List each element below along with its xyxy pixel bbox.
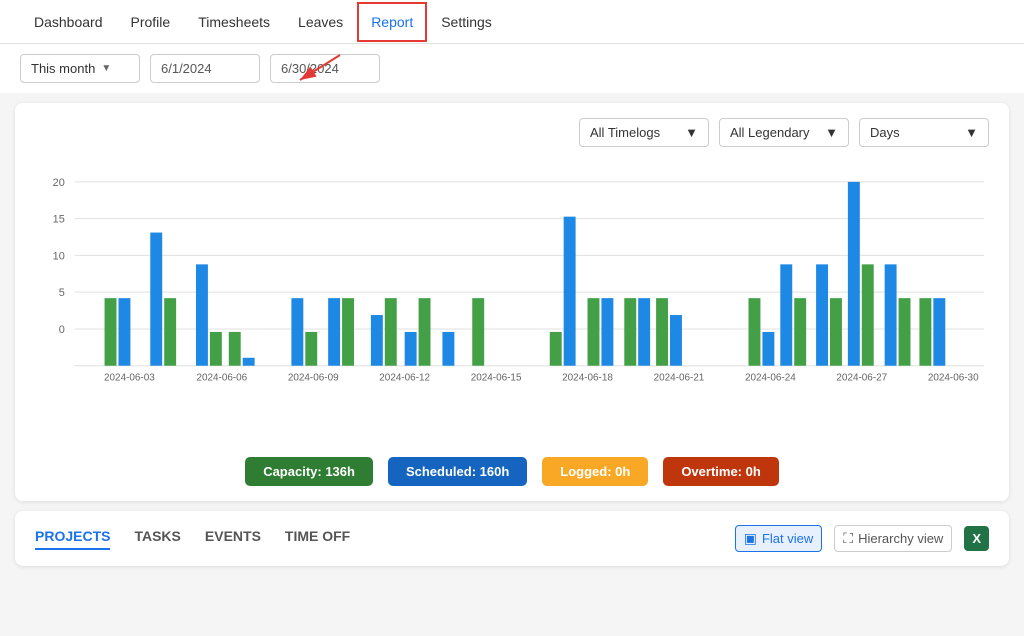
svg-text:2024-06-09: 2024-06-09 xyxy=(288,373,339,384)
chart-filters: All Timelogs ▼ All Legendary ▼ Days ▼ xyxy=(35,118,989,147)
svg-text:2024-06-06: 2024-06-06 xyxy=(196,373,247,384)
start-date-input[interactable] xyxy=(150,54,260,83)
period-filter[interactable]: Days ▼ xyxy=(859,118,989,147)
hierarchy-view-label: Hierarchy view xyxy=(858,531,943,546)
svg-text:2024-06-30: 2024-06-30 xyxy=(928,373,979,384)
capacity-badge: Capacity: 136h xyxy=(245,457,373,486)
svg-text:5: 5 xyxy=(59,287,65,299)
svg-text:2024-06-24: 2024-06-24 xyxy=(745,373,796,384)
chevron-down-icon: ▼ xyxy=(685,125,698,140)
timelogs-filter[interactable]: All Timelogs ▼ xyxy=(579,118,709,147)
scheduled-badge: Scheduled: 160h xyxy=(388,457,527,486)
flat-view-label: Flat view xyxy=(762,531,813,546)
flat-view-icon: ▣ xyxy=(744,530,757,547)
nav-profile[interactable]: Profile xyxy=(117,2,185,42)
nav-settings[interactable]: Settings xyxy=(427,2,506,42)
nav-report[interactable]: Report xyxy=(357,2,427,42)
svg-text:2024-06-15: 2024-06-15 xyxy=(471,373,522,384)
tab-time-off[interactable]: TIME OFF xyxy=(285,528,350,550)
chevron-down-icon: ▼ xyxy=(101,63,111,74)
nav-timesheets[interactable]: Timesheets xyxy=(184,2,284,42)
chevron-down-icon: ▼ xyxy=(965,125,978,140)
svg-text:2024-06-03: 2024-06-03 xyxy=(104,373,155,384)
overtime-badge: Overtime: 0h xyxy=(663,457,778,486)
bottom-section: PROJECTS TASKS EVENTS TIME OFF ▣ Flat vi… xyxy=(15,511,1009,566)
period-selector[interactable]: This month ▼ xyxy=(20,54,140,83)
chart-area: 20 15 10 5 0 2024-06-03 2024-06-06 2024-… xyxy=(35,162,989,443)
legendary-filter[interactable]: All Legendary ▼ xyxy=(719,118,849,147)
tab-bar: PROJECTS TASKS EVENTS TIME OFF xyxy=(35,528,350,550)
logged-badge: Logged: 0h xyxy=(542,457,648,486)
svg-text:0: 0 xyxy=(59,324,65,336)
view-buttons: ▣ Flat view ⛶ Hierarchy view X xyxy=(735,525,989,552)
main-nav: Dashboard Profile Timesheets Leaves Repo… xyxy=(0,0,1024,44)
svg-text:2024-06-21: 2024-06-21 xyxy=(654,373,705,384)
hierarchy-view-icon: ⛶ xyxy=(843,530,853,547)
svg-text:10: 10 xyxy=(53,250,65,262)
end-date-input[interactable] xyxy=(270,54,380,83)
svg-text:2024-06-18: 2024-06-18 xyxy=(562,373,613,384)
period-label: This month xyxy=(31,61,95,76)
nav-leaves[interactable]: Leaves xyxy=(284,2,357,42)
toolbar: This month ▼ xyxy=(0,44,1024,93)
chart-container: All Timelogs ▼ All Legendary ▼ Days ▼ 20… xyxy=(15,103,1009,501)
svg-text:2024-06-27: 2024-06-27 xyxy=(836,373,887,384)
flat-view-button[interactable]: ▣ Flat view xyxy=(735,525,823,552)
nav-dashboard[interactable]: Dashboard xyxy=(20,2,117,42)
chart-svg: 20 15 10 5 0 2024-06-03 2024-06-06 2024-… xyxy=(35,162,989,440)
tab-events[interactable]: EVENTS xyxy=(205,528,261,550)
chevron-down-icon: ▼ xyxy=(825,125,838,140)
tab-projects[interactable]: PROJECTS xyxy=(35,528,110,550)
excel-export-button[interactable]: X xyxy=(964,526,989,551)
hierarchy-view-button[interactable]: ⛶ Hierarchy view xyxy=(834,525,952,552)
tab-tasks[interactable]: TASKS xyxy=(134,528,180,550)
svg-text:2024-06-12: 2024-06-12 xyxy=(379,373,430,384)
svg-text:20: 20 xyxy=(53,177,65,189)
chart-legend: Capacity: 136h Scheduled: 160h Logged: 0… xyxy=(35,457,989,486)
svg-text:15: 15 xyxy=(53,214,65,226)
